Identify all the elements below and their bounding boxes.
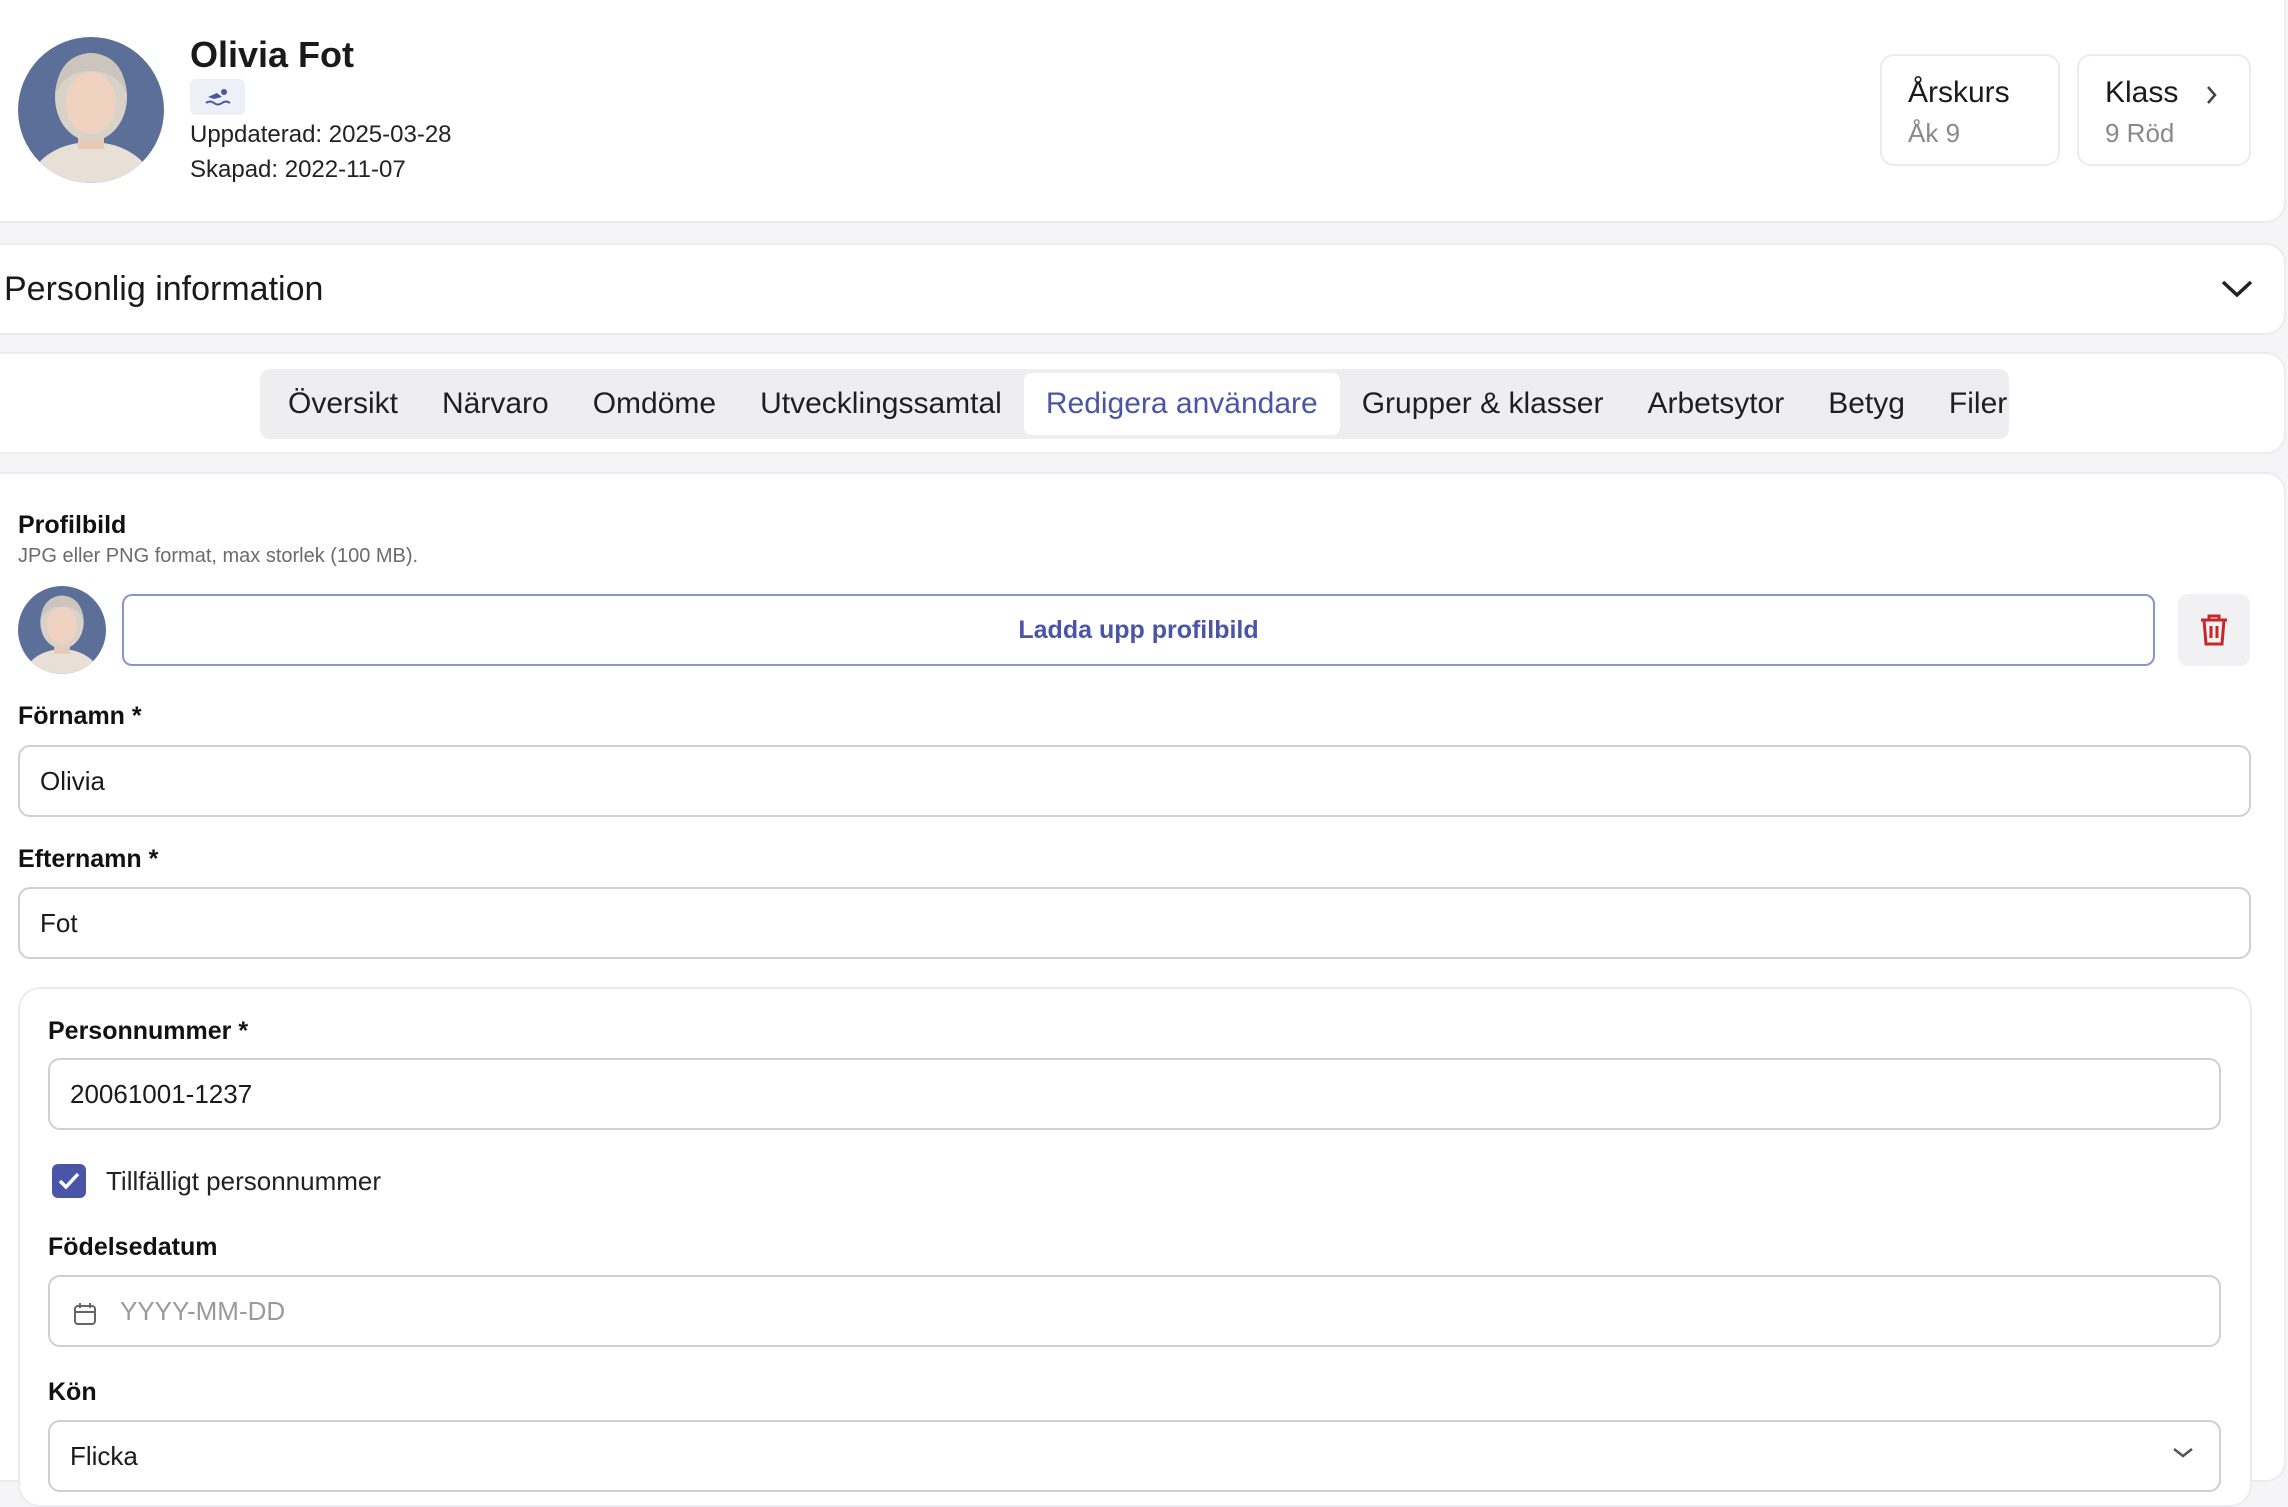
avatar bbox=[18, 37, 164, 183]
personnummer-label: Personnummer * bbox=[48, 1017, 249, 1045]
chevron-down-icon bbox=[2173, 1448, 2193, 1458]
updated-date: Uppdaterad: 2025-03-28 bbox=[190, 121, 452, 148]
personnummer-input[interactable] bbox=[48, 1058, 2221, 1130]
lastname-label: Efternamn * bbox=[18, 845, 159, 873]
stat-value: 9 Röd bbox=[2105, 118, 2175, 148]
upload-profile-picture-button[interactable]: Ladda upp profilbild bbox=[122, 594, 2155, 666]
lastname-input[interactable] bbox=[18, 887, 2251, 959]
birthdate-label: Födelsedatum bbox=[48, 1233, 218, 1261]
chevron-right-icon bbox=[2207, 86, 2217, 104]
delete-profile-picture-button[interactable] bbox=[2178, 594, 2250, 666]
tab-bar: Översikt Närvaro Omdöme Utvecklingssamta… bbox=[260, 369, 2009, 439]
trash-icon bbox=[2201, 614, 2227, 646]
gender-select[interactable]: Flicka bbox=[48, 1420, 2221, 1492]
stat-label: Årskurs bbox=[1908, 76, 2010, 109]
gender-selected-value: Flicka bbox=[70, 1441, 138, 1471]
tab-omdome[interactable]: Omdöme bbox=[571, 373, 738, 435]
firstname-label: Förnamn * bbox=[18, 702, 142, 730]
birthdate-input[interactable] bbox=[48, 1275, 2221, 1347]
firstname-input[interactable] bbox=[18, 745, 2251, 817]
chevron-down-icon[interactable] bbox=[2220, 278, 2254, 300]
checkmark-icon bbox=[58, 1172, 80, 1190]
avatar-thumbnail bbox=[18, 586, 106, 674]
gender-label: Kön bbox=[48, 1378, 97, 1406]
tab-betyg[interactable]: Betyg bbox=[1806, 373, 1927, 435]
stat-label: Klass bbox=[2105, 76, 2179, 109]
swimmer-icon bbox=[190, 79, 245, 115]
tab-utvecklingssamtal[interactable]: Utvecklingssamtal bbox=[738, 373, 1024, 435]
stat-value: Åk 9 bbox=[1908, 118, 1961, 148]
created-date: Skapad: 2022-11-07 bbox=[190, 156, 406, 183]
tab-arbetsytor[interactable]: Arbetsytor bbox=[1625, 373, 1806, 435]
profile-picture-label: Profilbild bbox=[18, 511, 127, 539]
tab-narvaro[interactable]: Närvaro bbox=[420, 373, 571, 435]
temporary-pnr-label: Tillfälligt personnummer bbox=[106, 1166, 382, 1196]
user-name: Olivia Fot bbox=[190, 34, 355, 75]
tab-redigera-anvandare[interactable]: Redigera användare bbox=[1023, 373, 1340, 435]
tab-filer[interactable]: Filer bbox=[1927, 373, 2029, 435]
tab-oversikt[interactable]: Översikt bbox=[266, 373, 420, 435]
personal-info-accordion[interactable] bbox=[0, 243, 2286, 335]
profile-picture-hint: JPG eller PNG format, max storlek (100 M… bbox=[18, 545, 419, 567]
temporary-pnr-checkbox[interactable] bbox=[52, 1164, 86, 1198]
class-stat-link[interactable]: Klass 9 Röd bbox=[2077, 54, 2251, 166]
grade-stat: Årskurs Åk 9 bbox=[1880, 54, 2060, 166]
tab-grupper-klasser[interactable]: Grupper & klasser bbox=[1340, 373, 1626, 435]
calendar-icon bbox=[74, 1303, 96, 1325]
personal-info-title: Personlig information bbox=[4, 270, 324, 308]
